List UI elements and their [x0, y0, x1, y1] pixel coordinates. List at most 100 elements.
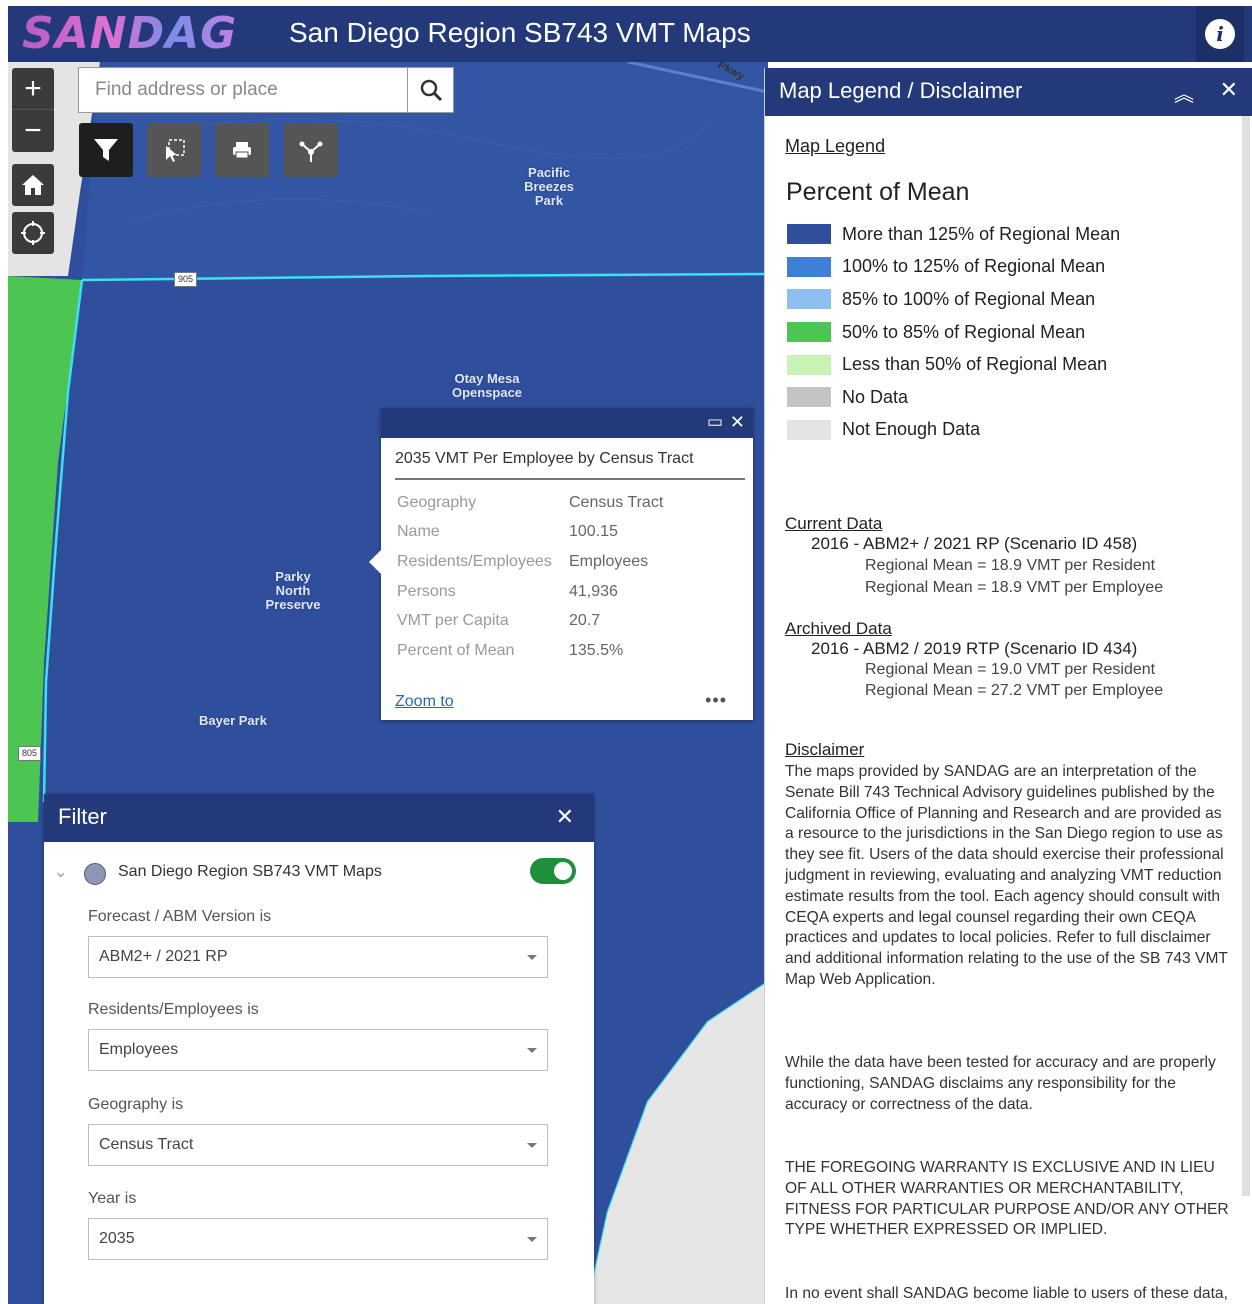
legend-item: 85% to 100% of Regional Mean — [787, 283, 1120, 316]
liability-paragraph: In no event shall SANDAG become liable t… — [785, 1285, 1228, 1302]
close-icon[interactable]: ✕ — [730, 412, 745, 433]
attribute-value: 20.7 — [569, 612, 601, 630]
print-icon — [233, 142, 251, 159]
zoom-in-button[interactable]: + — [12, 68, 54, 110]
current-scenario: 2016 - ABM2+ / 2021 RP (Scenario ID 458) — [811, 534, 1138, 553]
filter-title: Filter — [58, 804, 107, 829]
disclaimer-paragraph: The maps provided by SANDAG are an inter… — [785, 763, 1228, 988]
share-widget-button[interactable] — [284, 123, 338, 177]
legend-swatch — [787, 419, 831, 440]
attribute-key: Residents/Employees — [397, 552, 552, 570]
legend-item-label: 85% to 100% of Regional Mean — [842, 288, 1096, 309]
dropdown-caret-icon — [527, 1143, 537, 1148]
warranty-paragraph: THE FOREGOING WARRANTY IS EXCLUSIVE AND … — [785, 1159, 1229, 1239]
maximize-icon[interactable]: ▭ — [707, 412, 723, 432]
legend-item: Not Enough Data — [787, 414, 1120, 447]
info-button[interactable]: i — [1196, 6, 1244, 62]
legend-item-label: Less than 50% of Regional Mean — [842, 354, 1108, 375]
archived-scenario: 2016 - ABM2 / 2019 RTP (Scenario ID 434) — [811, 639, 1138, 658]
attribute-value: 100.15 — [569, 523, 618, 541]
filter-label: Year is — [88, 1190, 137, 1207]
legend-item-label: 100% to 125% of Regional Mean — [842, 256, 1106, 277]
select-value: Census Tract — [99, 1136, 194, 1153]
map-legend-link[interactable]: Map Legend — [785, 136, 885, 157]
close-icon[interactable]: ✕ — [556, 804, 574, 830]
residents-employees-select[interactable]: Employees — [88, 1029, 548, 1071]
disclaimer-heading: Disclaimer — [785, 740, 865, 759]
popup-title: 2035 VMT Per Employee by Census Tract — [395, 450, 694, 467]
select-value: Employees — [99, 1041, 179, 1058]
archived-data-heading: Archived Data — [785, 619, 892, 638]
layer-name: San Diego Region SB743 VMT Maps — [118, 863, 382, 880]
layer-toggle[interactable] — [530, 858, 576, 884]
attribute-row: Residents/Employees Employees — [397, 547, 663, 577]
locate-button[interactable] — [12, 212, 54, 254]
highway-shield: 805 — [18, 746, 42, 761]
close-icon[interactable]: ✕ — [1220, 77, 1238, 103]
app-title: San Diego Region SB743 VMT Maps — [289, 17, 751, 48]
home-button[interactable] — [12, 164, 54, 206]
attribute-key: Persons — [397, 582, 456, 600]
legend-heading: Percent of Mean — [786, 178, 970, 206]
search-button[interactable] — [407, 68, 453, 112]
highway-shield: 905 — [174, 272, 198, 287]
attribute-row: Percent of Mean 135.5% — [397, 636, 663, 666]
popup-titlebar: ▭ ✕ — [381, 408, 753, 438]
filter-body: ⌄ San Diego Region SB743 VMT Maps Foreca… — [44, 842, 594, 1304]
forecast-select[interactable]: ABM2+ / 2021 RP — [88, 936, 548, 978]
attribute-value: 135.5% — [569, 641, 624, 659]
legend-swatch — [787, 322, 831, 343]
legend-item: No Data — [787, 381, 1120, 414]
place-label: Bayer Park — [199, 713, 267, 728]
layer-symbol-icon — [84, 863, 106, 885]
legend-item-label: 50% to 85% of Regional Mean — [842, 321, 1086, 342]
select-value: 2035 — [99, 1230, 135, 1247]
legend-item: More than 125% of Regional Mean — [787, 218, 1120, 251]
print-widget-button[interactable] — [215, 123, 269, 177]
attribute-row: VMT per Capita 20.7 — [397, 606, 663, 636]
zoom-out-button[interactable]: − — [12, 110, 54, 152]
place-label: Otay Mesa Openspace — [451, 371, 523, 400]
legend-body: Map Legend Percent of Mean More than 125… — [765, 116, 1252, 1304]
search-input[interactable] — [79, 68, 409, 112]
filter-panel: Filter ✕ ⌄ San Diego Region SB743 VMT Ma… — [44, 794, 594, 1304]
attribute-row: Name 100.15 — [397, 518, 663, 548]
attribute-value: 41,936 — [569, 582, 618, 600]
filter-label: Geography is — [88, 1096, 184, 1113]
legend-item: 50% to 85% of Regional Mean — [787, 316, 1120, 349]
filter-widget-button[interactable] — [79, 123, 133, 177]
filter-label: Forecast / ABM Version is — [88, 908, 272, 925]
year-select[interactable]: 2035 — [88, 1218, 548, 1260]
current-mean-resident: Regional Mean = 18.9 VMT per Resident — [865, 557, 1156, 574]
archived-mean-resident: Regional Mean = 19.0 VMT per Resident — [865, 661, 1156, 678]
collapse-icon[interactable]: ︽ — [1174, 78, 1194, 107]
chevron-down-icon[interactable]: ⌄ — [54, 862, 67, 882]
attribute-row: Geography Census Tract — [397, 488, 663, 518]
home-icon — [22, 175, 44, 195]
legend-item-label: More than 125% of Regional Mean — [842, 223, 1121, 244]
info-icon: i — [1205, 19, 1235, 49]
select-widget-button[interactable] — [147, 123, 201, 177]
filter-layer-row: ⌄ San Diego Region SB743 VMT Maps — [54, 858, 576, 890]
attribute-key: Percent of Mean — [397, 641, 515, 659]
legend-header: Map Legend / Disclaimer ︽ ✕ — [765, 68, 1252, 116]
dropdown-caret-icon — [527, 955, 537, 960]
share-icon — [299, 141, 323, 162]
popup-attributes: Geography Census Tract Name 100.15 Residen… — [397, 488, 663, 666]
legend-panel: Map Legend / Disclaimer ︽ ✕ Map Legend P… — [764, 68, 1252, 1304]
divider — [395, 478, 745, 480]
more-actions-icon[interactable]: ••• — [705, 690, 727, 711]
legend-item-label: No Data — [842, 386, 909, 407]
zoom-to-link[interactable]: Zoom to — [395, 693, 454, 711]
attribute-value: Employees — [569, 552, 649, 570]
attribute-key: Name — [397, 523, 440, 541]
geography-select[interactable]: Census Tract — [88, 1124, 548, 1166]
legend-swatch — [787, 256, 831, 277]
filter-icon — [94, 139, 118, 161]
attribute-key: Geography — [397, 493, 477, 511]
legend-item: 100% to 125% of Regional Mean — [787, 251, 1120, 284]
legend-swatch — [787, 387, 831, 408]
legend-item-label: Not Enough Data — [842, 419, 981, 440]
legend-swatch — [787, 289, 831, 310]
attribute-value: Census Tract — [569, 493, 664, 511]
